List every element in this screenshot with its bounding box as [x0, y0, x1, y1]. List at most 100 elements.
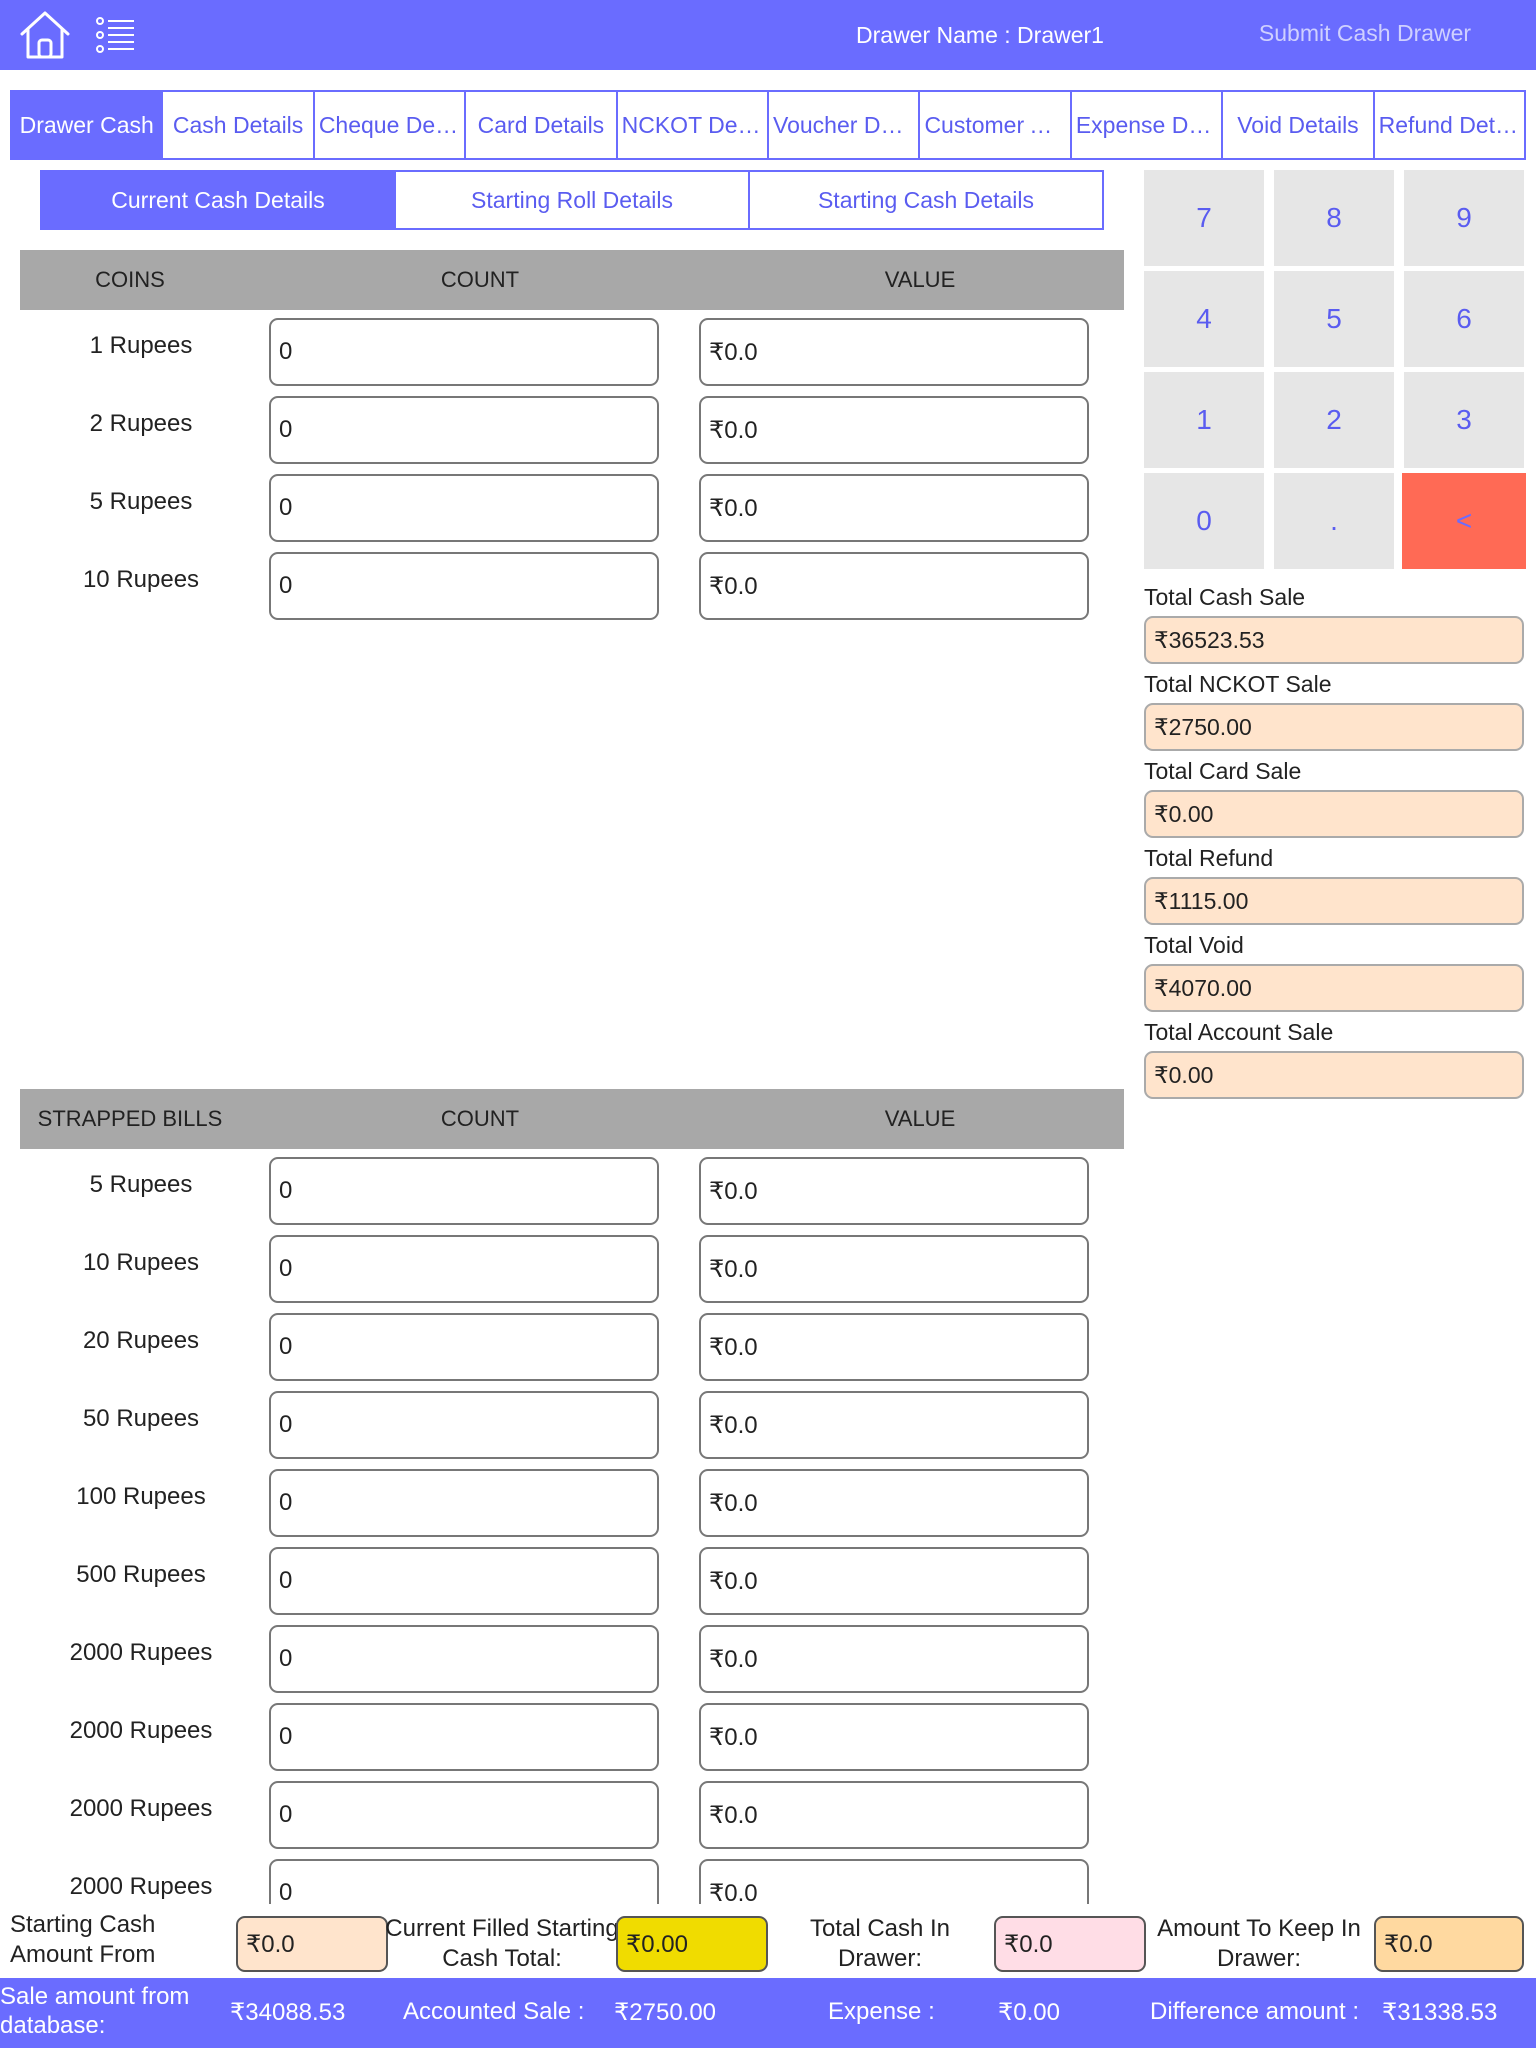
starting-cash-label: Starting Cash Amount From — [10, 1911, 156, 1968]
key-8[interactable]: 8 — [1274, 170, 1394, 266]
tab-label: Voucher Details — [773, 111, 914, 138]
value-field[interactable]: ₹0.0 — [699, 1313, 1089, 1381]
expense-value: ₹0.00 — [998, 1999, 1060, 2026]
count-input[interactable]: 0 — [269, 1625, 659, 1693]
value-field[interactable]: ₹0.0 — [699, 552, 1089, 620]
footer-bar: Sale amount from database: ₹34088.53 Acc… — [0, 1978, 1536, 2048]
bills-table-header: STRAPPED BILLS COUNT VALUE — [20, 1089, 1124, 1149]
count-input[interactable]: 0 — [269, 552, 659, 620]
subtab-starting-roll-details[interactable]: Starting Roll Details — [396, 172, 750, 228]
key-9[interactable]: 9 — [1404, 170, 1524, 266]
submit-cash-drawer-button[interactable]: Submit Cash Drawer — [1240, 20, 1490, 47]
tab-card-details[interactable]: Card Details — [466, 92, 618, 158]
key-decimal[interactable]: . — [1274, 473, 1394, 569]
total-account-sale-label: Total Account Sale — [1144, 1019, 1334, 1045]
key-3[interactable]: 3 — [1404, 372, 1524, 468]
denomination-label: 100 Rupees — [76, 1483, 206, 1510]
sub-tabs: Current Cash Details Starting Roll Detai… — [40, 170, 1104, 230]
count-input[interactable]: 0 — [269, 1235, 659, 1303]
total-void-field: ₹4070.00 — [1144, 964, 1524, 1012]
key-6[interactable]: 6 — [1404, 271, 1524, 367]
value-field[interactable]: ₹0.0 — [699, 396, 1089, 464]
value-field[interactable]: ₹0.0 — [699, 1469, 1089, 1537]
list-icon[interactable] — [96, 16, 136, 54]
denomination-label: 2000 Rupees — [69, 1717, 213, 1744]
count-input[interactable]: 0 — [269, 1469, 659, 1537]
tab-void-details[interactable]: Void Details — [1223, 92, 1375, 158]
tab-cheque-details[interactable]: Cheque Details — [314, 92, 467, 158]
count-header: COUNT — [440, 1106, 520, 1131]
keep-in-drawer-label: Amount To Keep In Drawer: — [1157, 1915, 1361, 1972]
denomination-label: 5 Rupees — [89, 1171, 193, 1198]
subtab-current-cash-details[interactable]: Current Cash Details — [42, 172, 396, 228]
cash-drawer-screen: Drawer Name : Drawer1 Submit Cash Drawer… — [0, 0, 1536, 2048]
key-4[interactable]: 4 — [1144, 271, 1264, 367]
coin-row: 10 Rupees 0 ₹0.0 — [20, 544, 1124, 620]
tab-label: Card Details — [477, 111, 605, 138]
tab-nckot-details[interactable]: NCKOT Details — [617, 92, 770, 158]
denomination-label: 10 Rupees — [82, 566, 200, 593]
total-cash-label: Total Cash In Drawer: — [809, 1915, 951, 1972]
value-field[interactable]: ₹0.0 — [699, 1781, 1089, 1849]
value-field[interactable]: ₹0.0 — [699, 1391, 1089, 1459]
value-field[interactable]: ₹0.0 — [699, 1625, 1089, 1693]
count-input[interactable]: 0 — [269, 474, 659, 542]
summary-bar: Starting Cash Amount From ₹0.0 Current F… — [0, 1904, 1536, 1976]
bill-row: 5 Rupees 0 ₹0.0 — [20, 1149, 1124, 1225]
key-1[interactable]: 1 — [1144, 372, 1264, 468]
starting-cash-field[interactable]: ₹0.0 — [236, 1916, 388, 1972]
backspace-key[interactable]: < — [1402, 473, 1526, 569]
value-field[interactable]: ₹0.0 — [699, 1235, 1089, 1303]
count-input[interactable]: 0 — [269, 1313, 659, 1381]
bill-row: 2000 Rupees 0 ₹0.0 — [20, 1617, 1124, 1693]
tab-drawer-cash[interactable]: Drawer Cash — [12, 92, 164, 158]
keep-in-drawer-field[interactable]: ₹0.0 — [1374, 1916, 1524, 1972]
current-filled-field: ₹0.00 — [616, 1916, 768, 1972]
tab-label: Expense Details — [1075, 111, 1217, 138]
tab-refund-details[interactable]: Refund Details — [1374, 92, 1525, 158]
denomination-label: 20 Rupees — [82, 1327, 200, 1354]
subtab-starting-cash-details[interactable]: Starting Cash Details — [750, 172, 1102, 228]
bill-row: 10 Rupees 0 ₹0.0 — [20, 1227, 1124, 1303]
tab-label: NCKOT Details — [621, 111, 764, 138]
key-5[interactable]: 5 — [1274, 271, 1394, 367]
count-input[interactable]: 0 — [269, 1391, 659, 1459]
key-0[interactable]: 0 — [1144, 473, 1264, 569]
total-nckot-sale-label: Total NCKOT Sale — [1144, 671, 1332, 697]
key-7[interactable]: 7 — [1144, 170, 1264, 266]
denomination-label: 2000 Rupees — [69, 1639, 213, 1666]
coin-row: 5 Rupees 0 ₹0.0 — [20, 466, 1124, 542]
accounted-sale-value: ₹2750.00 — [614, 1999, 717, 2026]
home-icon[interactable] — [18, 10, 72, 60]
value-field[interactable]: ₹0.0 — [699, 318, 1089, 386]
count-input[interactable]: 0 — [269, 396, 659, 464]
top-bar: Drawer Name : Drawer1 Submit Cash Drawer — [0, 0, 1536, 70]
total-card-sale-field: ₹0.00 — [1144, 790, 1524, 838]
main-tabs: Drawer Cash Cash Details Cheque Details … — [10, 90, 1526, 160]
total-nckot-sale-field: ₹2750.00 — [1144, 703, 1524, 751]
value-field[interactable]: ₹0.0 — [699, 1703, 1089, 1771]
denomination-label: 2000 Rupees — [69, 1795, 213, 1822]
strapped-bills-header: STRAPPED BILLS — [37, 1106, 223, 1131]
key-2[interactable]: 2 — [1274, 372, 1394, 468]
difference-value: ₹31338.53 — [1382, 1999, 1498, 2026]
tab-customer-account[interactable]: Customer Account — [920, 92, 1072, 158]
value-field[interactable]: ₹0.0 — [699, 1157, 1089, 1225]
total-refund-field: ₹1115.00 — [1144, 877, 1524, 925]
tab-voucher-details[interactable]: Voucher Details — [769, 92, 921, 158]
total-refund-label: Total Refund — [1144, 845, 1274, 871]
count-input[interactable]: 0 — [269, 1703, 659, 1771]
coin-row: 1 Rupees 0 ₹0.0 — [20, 310, 1124, 386]
value-field[interactable]: ₹0.0 — [699, 1547, 1089, 1615]
tab-expense-details[interactable]: Expense Details — [1071, 92, 1224, 158]
denomination-label: 5 Rupees — [89, 488, 193, 515]
tab-label: Refund Details — [1378, 111, 1521, 138]
total-account-sale-field: ₹0.00 — [1144, 1051, 1524, 1099]
count-input[interactable]: 0 — [269, 318, 659, 386]
tab-cash-details[interactable]: Cash Details — [163, 92, 315, 158]
count-input[interactable]: 0 — [269, 1547, 659, 1615]
count-input[interactable]: 0 — [269, 1781, 659, 1849]
value-field[interactable]: ₹0.0 — [699, 474, 1089, 542]
coins-table-header: COINS COUNT VALUE — [20, 250, 1124, 310]
count-input[interactable]: 0 — [269, 1157, 659, 1225]
